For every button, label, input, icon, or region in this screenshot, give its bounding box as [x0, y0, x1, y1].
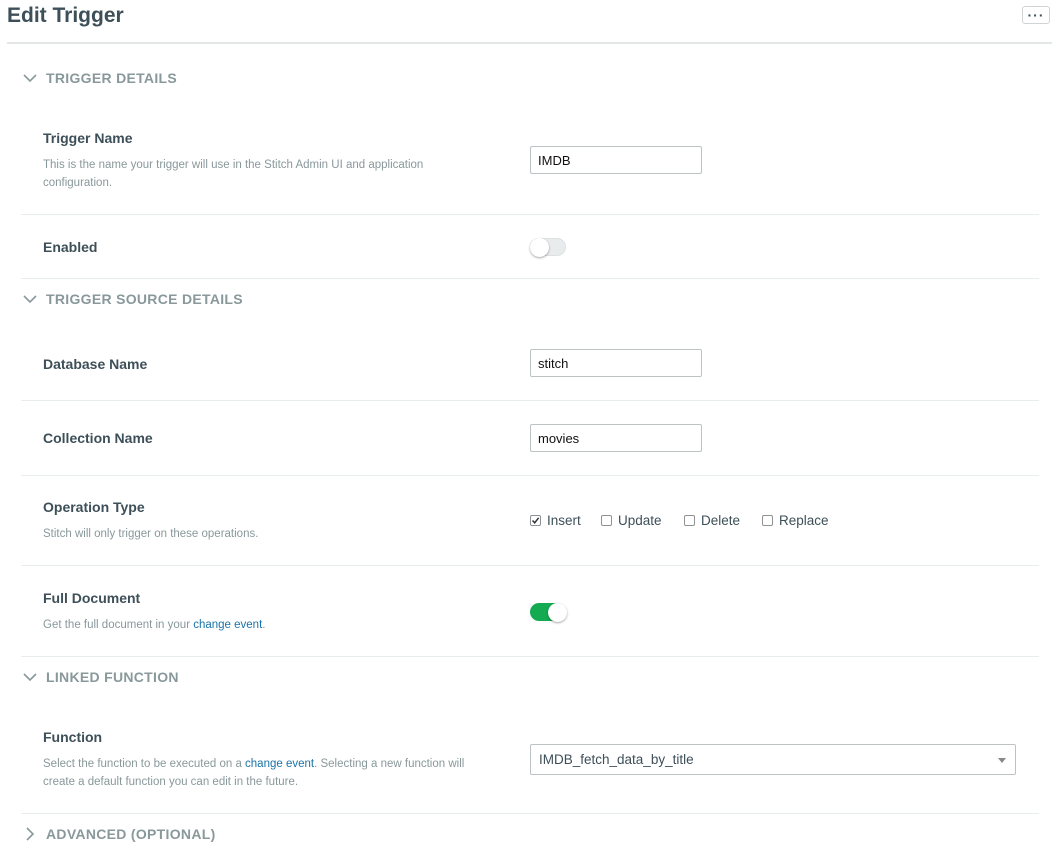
database-name-label: Database Name: [43, 356, 148, 372]
section-label: LINKED FUNCTION: [46, 669, 179, 685]
row-divider: [21, 475, 1039, 476]
function-select[interactable]: IMDB_fetch_data_by_title: [530, 744, 1016, 775]
operation-option-label: Insert: [547, 513, 581, 528]
row-divider: [21, 656, 1039, 657]
operation-type-description: Stitch will only trigger on these operat…: [43, 528, 259, 540]
trigger-name-input[interactable]: [530, 146, 702, 174]
collection-name-label: Collection Name: [43, 430, 153, 446]
toggle-knob: [530, 238, 549, 257]
chevron-down-icon: [23, 295, 37, 304]
row-divider: [21, 565, 1039, 566]
section-linked-function[interactable]: LINKED FUNCTION: [22, 667, 179, 687]
description-text: Select the function to be executed on a: [43, 758, 246, 770]
row-divider: [21, 813, 1039, 814]
toggle-knob: [548, 602, 567, 622]
checkbox-box: [684, 515, 695, 526]
chevron-down-icon: [23, 74, 37, 83]
operation-option-label: Delete: [701, 513, 741, 528]
change-event-link[interactable]: change event: [193, 619, 262, 631]
operation-type-label: Operation Type: [43, 499, 145, 515]
collection-name-input[interactable]: [530, 424, 702, 452]
title-divider: [7, 42, 1052, 44]
trigger-name-label: Trigger Name: [43, 130, 133, 146]
section-label: TRIGGER DETAILS: [46, 70, 178, 86]
caret-down-icon: [998, 758, 1006, 763]
description-text: Get the full document in your: [43, 619, 194, 631]
more-options-button[interactable]: ···: [1022, 6, 1050, 24]
page-title: Edit Trigger: [7, 4, 124, 27]
section-label: ADVANCED (OPTIONAL): [46, 826, 216, 842]
operation-option-label: Replace: [779, 513, 829, 528]
full-document-description: Get the full document in your change eve…: [43, 616, 493, 634]
section-trigger-source-details[interactable]: TRIGGER SOURCE DETAILS: [22, 289, 243, 309]
operation-replace-checkbox[interactable]: Replace: [762, 513, 829, 528]
operation-delete-checkbox[interactable]: Delete: [684, 513, 740, 528]
full-document-label: Full Document: [43, 590, 141, 606]
checkbox-box: [530, 515, 541, 526]
description-text: .: [262, 619, 266, 631]
row-divider: [21, 400, 1039, 401]
section-trigger-details[interactable]: TRIGGER DETAILS: [22, 68, 177, 88]
operation-option-label: Update: [618, 513, 662, 528]
checkbox-box: [762, 515, 773, 526]
full-document-toggle[interactable]: [530, 602, 567, 622]
enabled-toggle[interactable]: [530, 238, 566, 257]
checkbox-box: [601, 515, 612, 526]
trigger-name-description: This is the name your trigger will use i…: [43, 159, 424, 189]
check-icon: [531, 517, 540, 524]
enabled-label: Enabled: [43, 239, 98, 255]
chevron-down-icon: [23, 673, 37, 682]
function-description: Select the function to be executed on a …: [43, 755, 493, 791]
chevron-right-icon: [26, 827, 35, 841]
change-event-link[interactable]: change event: [245, 758, 314, 770]
row-divider: [21, 278, 1039, 279]
function-label: Function: [43, 729, 103, 745]
operation-update-checkbox[interactable]: Update: [601, 513, 662, 528]
function-selected-value: IMDB_fetch_data_by_title: [539, 752, 694, 767]
row-divider: [21, 214, 1039, 215]
section-advanced[interactable]: ADVANCED (OPTIONAL): [22, 824, 216, 844]
database-name-input[interactable]: [530, 349, 702, 377]
section-label: TRIGGER SOURCE DETAILS: [46, 291, 243, 307]
operation-insert-checkbox[interactable]: Insert: [530, 513, 581, 528]
